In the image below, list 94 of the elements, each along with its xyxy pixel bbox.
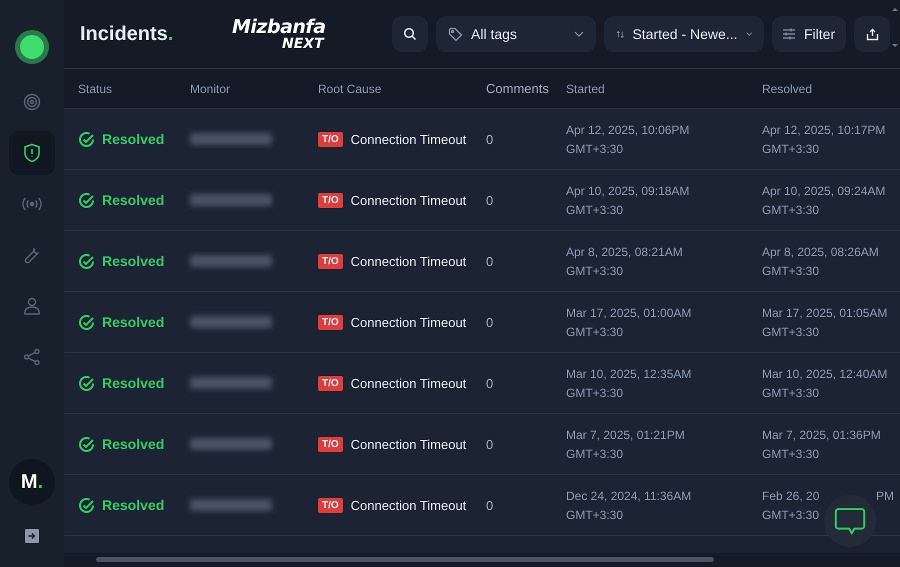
sort-dropdown[interactable]: Started - Newe... bbox=[604, 16, 764, 52]
resolve-time-end: PM bbox=[876, 488, 894, 502]
tag-icon bbox=[448, 26, 463, 42]
status-label: Resolved bbox=[102, 192, 164, 208]
check-circle-icon bbox=[78, 252, 95, 270]
status-label: Resolved bbox=[102, 131, 164, 147]
time-zone: GMT+3:30 bbox=[762, 264, 820, 278]
upload-icon bbox=[866, 28, 878, 40]
time-zone: GMT+3:30 bbox=[566, 386, 624, 400]
sliders-icon bbox=[782, 28, 796, 40]
column-header[interactable]: Status bbox=[78, 82, 112, 96]
comment-count: 0 bbox=[486, 132, 494, 146]
page-title: Incidents. bbox=[80, 22, 174, 46]
nav-shield-button[interactable] bbox=[9, 131, 55, 175]
avatar[interactable]: M. bbox=[9, 459, 55, 505]
time-zone: GMT+3:30 bbox=[566, 142, 624, 156]
root-cause: Connection Timeout bbox=[350, 132, 466, 146]
resolve-time: Apr 12, 2025, 10:17PM bbox=[762, 122, 886, 136]
column-header[interactable]: Root Cause bbox=[318, 82, 382, 96]
shield-alert-icon bbox=[23, 143, 41, 163]
resolve-time: Mar 7, 2025, 01:36PM bbox=[762, 428, 881, 442]
comment-count: 0 bbox=[486, 254, 494, 268]
check-circle-icon bbox=[78, 374, 95, 392]
wrench-icon bbox=[23, 246, 41, 264]
column-header[interactable]: Resolved bbox=[762, 82, 812, 96]
start-time: Mar 7, 2025, 01:21PM bbox=[566, 428, 686, 442]
resolve-time: Mar 10, 2025, 12:40AM bbox=[762, 366, 888, 380]
root-cause: Connection Timeout bbox=[350, 376, 466, 390]
filter-button[interactable]: Filter bbox=[772, 16, 846, 52]
start-time: Dec 24, 2024, 11:36AM bbox=[566, 488, 692, 502]
timeout-badge: T/O bbox=[318, 498, 343, 512]
chat-bubble-icon bbox=[834, 506, 866, 536]
broadcast-icon bbox=[22, 196, 42, 212]
comment-count: 0 bbox=[486, 376, 494, 390]
status-label: Resolved bbox=[102, 497, 164, 513]
comment-count: 0 bbox=[486, 192, 494, 208]
resolve-time: Apr 10, 2025, 09:24AM bbox=[762, 184, 886, 198]
comment-count: 0 bbox=[486, 436, 494, 452]
time-zone: GMT+3:30 bbox=[762, 446, 820, 460]
time-zone: GMT+3:30 bbox=[762, 508, 820, 522]
resolve-time: Apr 8, 2025, 08:26AM bbox=[762, 244, 879, 258]
target-icon bbox=[23, 93, 41, 111]
search-button[interactable] bbox=[392, 16, 428, 52]
column-header[interactable]: Started bbox=[566, 82, 605, 96]
check-circle-icon bbox=[78, 436, 95, 452]
time-zone: GMT+3:30 bbox=[566, 324, 624, 338]
column-header[interactable]: Comments bbox=[486, 81, 549, 96]
check-circle-icon bbox=[78, 192, 95, 208]
user-icon bbox=[23, 297, 41, 315]
root-cause: Connection Timeout bbox=[350, 498, 466, 512]
logout-icon bbox=[25, 529, 39, 543]
root-cause: Connection Timeout bbox=[350, 254, 466, 268]
column-header[interactable]: Monitor bbox=[190, 82, 230, 96]
search-icon bbox=[403, 27, 417, 41]
resolve-time: Feb 26, 20 bbox=[762, 488, 820, 502]
root-cause: Connection Timeout bbox=[350, 436, 466, 452]
start-time: Apr 12, 2025, 10:06PM bbox=[566, 122, 690, 136]
time-zone: GMT+3:30 bbox=[566, 508, 624, 522]
tags-dropdown[interactable]: All tags bbox=[436, 16, 596, 52]
timeout-badge: T/O bbox=[318, 314, 343, 330]
time-zone: GMT+3:30 bbox=[762, 202, 820, 216]
start-time: Mar 17, 2025, 01:00AM bbox=[566, 306, 692, 320]
check-circle-icon bbox=[78, 496, 95, 514]
time-zone: GMT+3:30 bbox=[566, 264, 624, 278]
comment-count: 0 bbox=[486, 498, 494, 512]
timeout-badge: T/O bbox=[318, 376, 343, 390]
timeout-badge: T/O bbox=[318, 254, 343, 268]
status-label: Resolved bbox=[102, 253, 164, 269]
comment-count: 0 bbox=[486, 314, 494, 330]
status-indicator bbox=[15, 30, 49, 64]
status-label: Resolved bbox=[102, 314, 164, 330]
root-cause: Connection Timeout bbox=[350, 192, 466, 208]
check-circle-icon bbox=[78, 314, 95, 330]
timeout-badge: T/O bbox=[318, 436, 343, 452]
time-zone: GMT+3:30 bbox=[762, 142, 820, 156]
start-time: Apr 10, 2025, 09:18AM bbox=[566, 184, 690, 198]
timeout-badge: T/O bbox=[318, 132, 343, 146]
status-label: Resolved bbox=[102, 375, 164, 391]
time-zone: GMT+3:30 bbox=[566, 446, 624, 460]
time-zone: GMT+3:30 bbox=[566, 202, 624, 216]
timeout-badge: T/O bbox=[318, 192, 343, 208]
export-button[interactable] bbox=[854, 16, 890, 52]
start-time: Apr 8, 2025, 08:21AM bbox=[566, 244, 684, 258]
resolve-time: Mar 17, 2025, 01:05AM bbox=[762, 306, 888, 320]
brand-logo: Mizbanfa NEXT bbox=[231, 18, 327, 50]
time-zone: GMT+3:30 bbox=[762, 324, 820, 338]
caret-icon bbox=[574, 31, 584, 37]
time-zone: GMT+3:30 bbox=[762, 386, 820, 400]
caret-icon bbox=[746, 31, 752, 37]
root-cause: Connection Timeout bbox=[350, 314, 466, 330]
share-icon bbox=[23, 348, 41, 366]
check-circle-icon bbox=[78, 130, 95, 148]
start-time: Mar 10, 2025, 12:35AM bbox=[566, 366, 692, 380]
status-label: Resolved bbox=[102, 436, 164, 452]
